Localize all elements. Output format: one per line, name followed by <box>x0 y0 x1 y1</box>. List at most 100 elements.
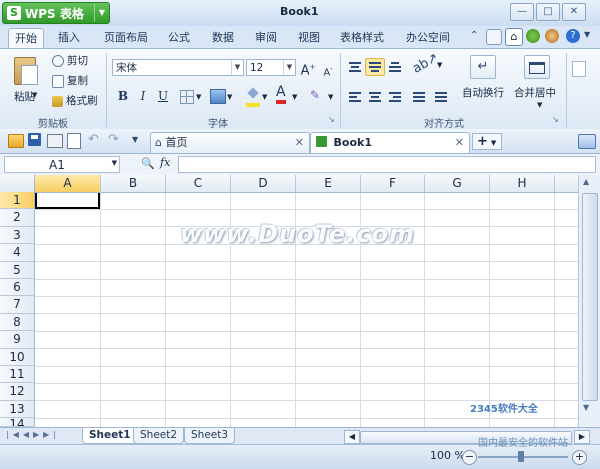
sheet-tab-1[interactable]: Sheet1 <box>82 428 138 444</box>
highlight-color-icon[interactable] <box>246 87 260 107</box>
bold-button[interactable]: B <box>114 87 132 105</box>
customize-toolbar-icon[interactable]: ▼ <box>132 135 138 144</box>
row-header[interactable]: 6 <box>0 279 35 297</box>
font-color-icon[interactable]: A <box>276 85 286 104</box>
row-header[interactable]: 13 <box>0 400 35 419</box>
home-icon[interactable]: ⌂ <box>505 28 523 46</box>
name-box[interactable]: A1 ▼ <box>4 156 120 173</box>
scroll-up-icon[interactable]: ▲ <box>583 177 589 186</box>
tab-insert[interactable]: 插入 <box>52 28 86 47</box>
align-left-icon[interactable] <box>346 89 364 105</box>
row-header[interactable]: 12 <box>0 383 35 401</box>
row-header[interactable]: 3 <box>0 226 35 245</box>
print-preview-icon[interactable] <box>67 133 81 149</box>
formula-input[interactable] <box>178 156 596 173</box>
help-icon[interactable]: ? <box>566 29 580 43</box>
chevron-down-icon[interactable]: ▼ <box>537 101 542 109</box>
sheet-tab-2[interactable]: Sheet2 <box>133 428 185 444</box>
row-header[interactable]: 11 <box>0 366 35 384</box>
clear-format-icon[interactable]: ✎ <box>310 88 326 102</box>
expand-dialog-icon[interactable]: ↘ <box>328 115 335 124</box>
chevron-down-icon[interactable]: ▼ <box>584 30 590 39</box>
tab-page-layout[interactable]: 页面布局 <box>98 28 154 47</box>
decrease-font-icon[interactable]: A- <box>319 60 337 78</box>
chevron-down-icon[interactable]: ▼ <box>32 91 37 99</box>
row-header[interactable]: 5 <box>0 261 35 279</box>
column-header-e[interactable]: E <box>296 175 361 192</box>
more-commands-icon[interactable] <box>572 61 586 77</box>
wrap-text-button[interactable]: 自动换行 <box>462 85 504 100</box>
row-header[interactable]: 14 <box>0 418 35 428</box>
open-folder-icon[interactable] <box>8 134 24 148</box>
save-icon[interactable] <box>28 133 41 146</box>
chevron-down-icon[interactable]: ▼ <box>292 93 297 101</box>
tab-data[interactable]: 数据 <box>206 28 240 47</box>
decrease-indent-icon[interactable] <box>410 89 428 105</box>
scroll-left-icon[interactable]: ◀ <box>344 430 360 444</box>
align-top-icon[interactable] <box>346 59 364 75</box>
zoom-slider-handle[interactable] <box>518 451 524 462</box>
doc-tab-home[interactable]: ⌂ 首页 ✕ <box>150 132 310 153</box>
user-icon[interactable] <box>545 29 559 43</box>
underline-button[interactable]: U <box>154 87 172 105</box>
close-icon[interactable]: ✕ <box>455 133 464 153</box>
select-all-corner[interactable] <box>0 175 35 192</box>
tab-table-style[interactable]: 表格样式 <box>334 28 390 47</box>
fill-style-icon[interactable] <box>210 89 226 104</box>
redo-icon[interactable]: ↷ <box>108 132 119 147</box>
paste-icon[interactable] <box>12 55 38 85</box>
tab-view[interactable]: 视图 <box>292 28 326 47</box>
font-size-select[interactable]: 12 ▼ <box>246 59 296 76</box>
align-center-icon[interactable] <box>366 89 384 105</box>
cut-button[interactable]: 剪切 <box>52 52 88 70</box>
merge-center-icon[interactable] <box>524 55 550 79</box>
borders-icon[interactable] <box>180 90 194 104</box>
scroll-thumb[interactable] <box>582 193 598 401</box>
chevron-down-icon[interactable]: ▼ <box>262 93 267 101</box>
align-bottom-icon[interactable] <box>386 59 404 75</box>
chevron-down-icon[interactable]: ▼ <box>196 93 201 101</box>
collapse-ribbon-icon[interactable]: ⌃ <box>470 30 478 41</box>
italic-button[interactable]: I <box>134 87 152 105</box>
align-middle-icon[interactable] <box>365 58 385 76</box>
column-header-f[interactable]: F <box>361 175 425 192</box>
scroll-right-icon[interactable]: ▶ <box>574 430 590 444</box>
plugin-icon[interactable] <box>526 29 540 43</box>
chevron-down-icon[interactable]: ▼ <box>227 93 232 101</box>
copy-button[interactable]: 复制 <box>52 72 88 90</box>
chevron-down-icon[interactable]: ▼ <box>328 93 333 101</box>
row-header[interactable]: 9 <box>0 331 35 349</box>
tab-list-icon[interactable] <box>578 134 596 149</box>
row-header[interactable]: 4 <box>0 244 35 262</box>
minimize-button[interactable]: — <box>510 3 534 21</box>
row-header[interactable]: 1 <box>0 192 35 210</box>
close-icon[interactable]: ✕ <box>295 133 304 153</box>
undo-icon[interactable]: ↶ <box>88 132 99 147</box>
column-header-a[interactable]: A <box>35 175 101 192</box>
column-header-d[interactable]: D <box>231 175 296 192</box>
expand-dialog-icon[interactable]: ↘ <box>552 115 559 124</box>
zoom-in-icon[interactable]: + <box>572 450 587 465</box>
vertical-scrollbar[interactable]: ▲ ▼ <box>578 175 600 427</box>
scroll-down-icon[interactable]: ▼ <box>583 403 589 412</box>
tab-office-space[interactable]: 办公空间 <box>400 28 456 47</box>
format-painter-button[interactable]: 格式刷 <box>52 92 98 110</box>
close-button[interactable]: ✕ <box>562 3 586 21</box>
tab-review[interactable]: 审阅 <box>249 28 283 47</box>
column-header-h[interactable]: H <box>490 175 555 192</box>
new-tab-button[interactable]: + ▼ <box>472 133 502 150</box>
maximize-button[interactable]: □ <box>536 3 560 21</box>
print-icon[interactable] <box>47 134 63 148</box>
tab-formulas[interactable]: 公式 <box>162 28 196 47</box>
row-header[interactable]: 8 <box>0 313 35 332</box>
zoom-out-icon[interactable]: − <box>462 450 477 465</box>
column-header-c[interactable]: C <box>166 175 231 192</box>
tab-home[interactable]: 开始 <box>8 28 44 48</box>
column-header-b[interactable]: B <box>101 175 166 192</box>
zoom-formula-icon[interactable]: 🔍 <box>141 157 155 170</box>
column-header-g[interactable]: G <box>425 175 490 192</box>
row-header[interactable]: 10 <box>0 348 35 366</box>
sheet-tab-3[interactable]: Sheet3 <box>184 428 236 444</box>
chevron-down-icon[interactable]: ▼ <box>437 61 442 69</box>
increase-indent-icon[interactable] <box>432 89 450 105</box>
